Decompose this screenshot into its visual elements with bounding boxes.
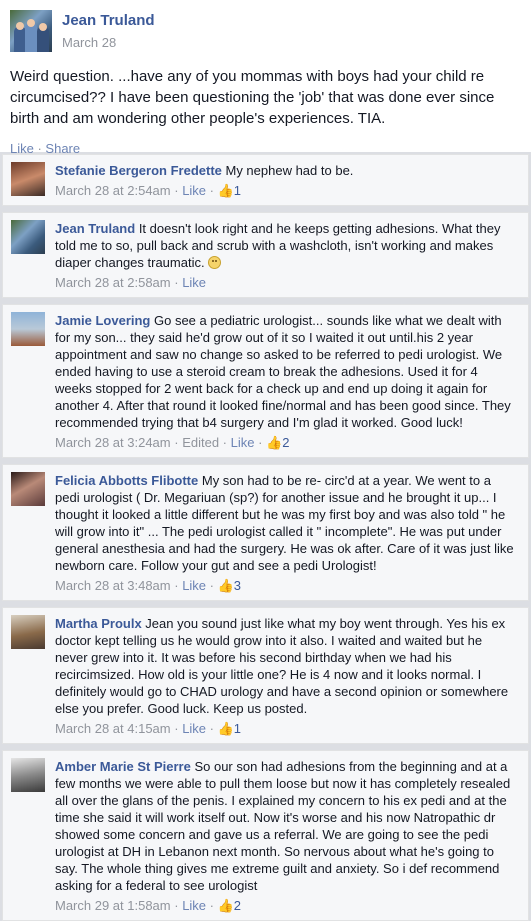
like-count[interactable]: 1 (234, 721, 241, 736)
comment-body: Felicia Abbotts Flibotte My son had to b… (55, 472, 518, 594)
comment: Jamie Lovering Go see a pediatric urolog… (2, 304, 529, 458)
comment: Martha Proulx Jean you sound just like w… (2, 607, 529, 744)
comment-body: Jamie Lovering Go see a pediatric urolog… (55, 312, 518, 451)
comment-meta: March 28 at 3:48am · Like · 👍3 (55, 577, 242, 594)
author-avatar[interactable] (10, 10, 52, 52)
like-count[interactable]: 1 (234, 183, 241, 198)
comment-like-link[interactable]: Like (231, 435, 255, 450)
comment-list: Stefanie Bergeron Fredette My nephew had… (0, 152, 531, 921)
commenter-avatar[interactable] (11, 472, 45, 506)
post-like-link[interactable]: Like (10, 141, 34, 156)
comment-like-link[interactable]: Like (182, 183, 206, 198)
frown-emoji-icon (208, 256, 222, 269)
comment: Amber Marie St Pierre So our son had adh… (2, 750, 529, 921)
comment-like-link[interactable]: Like (182, 898, 206, 913)
comment-meta: March 28 at 3:24am · Edited · Like · 👍2 (55, 434, 290, 451)
commenter-avatar[interactable] (11, 220, 45, 254)
comment-text: My son had to be re- circ'd at a year. W… (55, 473, 514, 573)
comment-text: Jean you sound just like what my boy wen… (55, 616, 509, 716)
comment: Stefanie Bergeron Fredette My nephew had… (2, 154, 529, 206)
comment-like-link[interactable]: Like (182, 275, 206, 290)
comment-meta: March 28 at 2:54am · Like · 👍1 (55, 182, 242, 199)
comment-body: Jean Truland It doesn't look right and h… (55, 220, 518, 291)
post-author-block: Jean Truland March 28 (62, 10, 155, 50)
comment-body: Martha Proulx Jean you sound just like w… (55, 615, 518, 737)
thumbs-up-icon[interactable]: 👍 (266, 434, 282, 451)
commenter-name[interactable]: Jamie Lovering (55, 313, 150, 328)
comment-meta: March 28 at 4:15am · Like · 👍1 (55, 720, 242, 737)
post-author-name[interactable]: Jean Truland (62, 12, 155, 29)
comment: Felicia Abbotts Flibotte My son had to b… (2, 464, 529, 601)
commenter-name[interactable]: Felicia Abbotts Flibotte (55, 473, 198, 488)
commenter-avatar[interactable] (11, 162, 45, 196)
comment-body: Amber Marie St Pierre So our son had adh… (55, 758, 518, 914)
like-count[interactable]: 3 (234, 578, 241, 593)
thumbs-up-icon[interactable]: 👍 (218, 577, 234, 594)
comment-timestamp[interactable]: March 28 at 2:54am (55, 183, 171, 198)
commenter-name[interactable]: Jean Truland (55, 221, 135, 236)
thumbs-up-icon[interactable]: 👍 (218, 720, 234, 737)
commenter-avatar[interactable] (11, 758, 45, 792)
thumbs-up-icon[interactable]: 👍 (218, 182, 234, 199)
post-text: Weird question. ...have any of you momma… (10, 68, 495, 127)
post: Jean Truland March 28 Weird question. ..… (0, 0, 531, 156)
comment-timestamp[interactable]: March 29 at 1:58am (55, 898, 171, 913)
comment-text: So our son had adhesions from the beginn… (55, 759, 511, 893)
comment-meta: March 29 at 1:58am · Like · 👍2 (55, 897, 242, 914)
comment-timestamp[interactable]: March 28 at 2:58am (55, 275, 171, 290)
edited-label[interactable]: Edited (182, 435, 219, 450)
comment-like-link[interactable]: Like (182, 721, 206, 736)
commenter-name[interactable]: Stefanie Bergeron Fredette (55, 163, 222, 178)
comment-timestamp[interactable]: March 28 at 3:48am (55, 578, 171, 593)
action-separator: · (33, 141, 46, 156)
comment-timestamp[interactable]: March 28 at 4:15am (55, 721, 171, 736)
comment-body: Stefanie Bergeron Fredette My nephew had… (55, 162, 518, 199)
comment: Jean Truland It doesn't look right and h… (2, 212, 529, 298)
comment-text: Go see a pediatric urologist... sounds l… (55, 313, 511, 430)
commenter-avatar[interactable] (11, 312, 45, 346)
post-header: Jean Truland March 28 (10, 10, 521, 52)
post-date[interactable]: March 28 (62, 35, 155, 50)
comment-like-link[interactable]: Like (182, 578, 206, 593)
commenter-name[interactable]: Martha Proulx (55, 616, 142, 631)
post-share-link[interactable]: Share (45, 141, 80, 156)
comment-timestamp[interactable]: March 28 at 3:24am (55, 435, 171, 450)
comment-text: My nephew had to be. (221, 163, 354, 178)
commenter-avatar[interactable] (11, 615, 45, 649)
thumbs-up-icon[interactable]: 👍 (218, 897, 234, 914)
commenter-name[interactable]: Amber Marie St Pierre (55, 759, 191, 774)
like-count[interactable]: 2 (234, 898, 241, 913)
like-count[interactable]: 2 (282, 435, 289, 450)
comment-meta: March 28 at 2:58am · Like (55, 275, 207, 290)
